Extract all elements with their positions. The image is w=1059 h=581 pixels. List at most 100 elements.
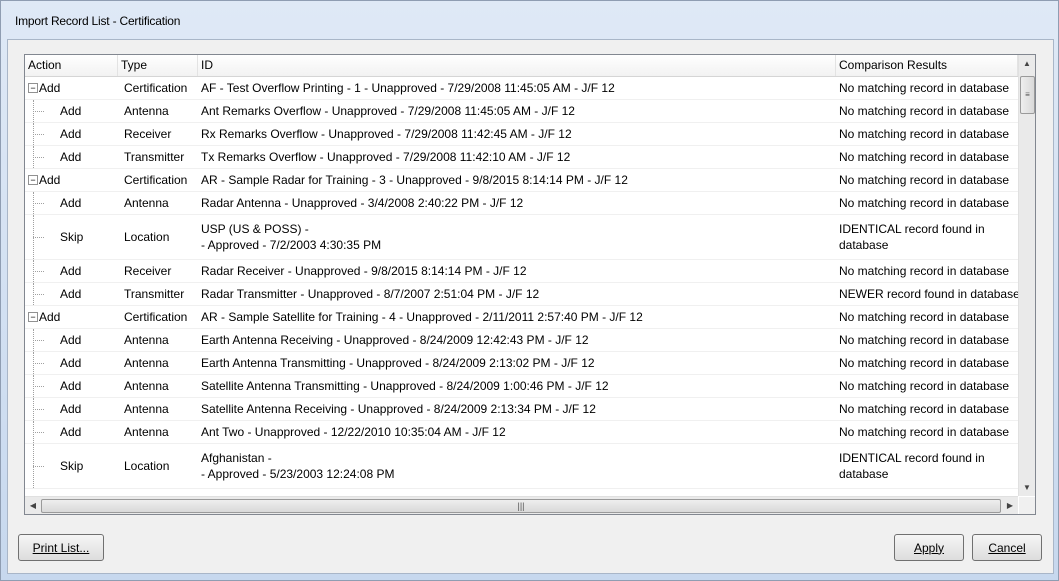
collapse-minus-icon[interactable]: − [28,312,38,322]
action-label: Add [60,425,82,439]
vertical-scrollbar[interactable]: ▲ ≡ ▼ [1018,55,1035,496]
type-cell: Antenna [124,196,169,210]
scroll-right-arrow-icon[interactable]: ▶ [1002,497,1018,514]
id-cell: AR - Sample Satellite for Training - 4 -… [201,310,643,324]
comparison-result-cell: IDENTICAL record found in database [836,215,1018,259]
type-cell: Certification [124,310,188,324]
type-cell: Antenna [124,402,169,416]
table-row[interactable]: − Add Certification AR - Sample Satellite f… [25,306,1018,329]
scrollbar-corner [1019,497,1035,514]
column-header-comparison-results[interactable]: Comparison Results [836,55,1018,76]
cancel-button[interactable]: Cancel [972,534,1042,561]
id-line-2: - Approved - 7/2/2003 4:30:35 PM [201,238,382,252]
type-cell: Antenna [124,333,169,347]
comparison-result-cell: No matching record in database [839,150,1010,164]
tree-branch-line [33,134,44,135]
action-cell: Add [25,375,118,397]
record-list-view[interactable]: Action Type ID Comparison Results − Add Ce… [24,54,1036,515]
type-cell: Certification [124,81,188,95]
table-row[interactable]: Add Antenna Satellite Antenna Transmitting… [25,375,1018,398]
type-cell: Certification [124,173,188,187]
table-row[interactable]: Add Antenna Earth Antenna Receiving - Unap… [25,329,1018,352]
table-row[interactable]: Skip Location USP (US & POSS) - - Approved … [25,215,1018,260]
id-cell: Satellite Antenna Transmitting - Unappro… [201,379,609,393]
id-cell: Radar Receiver - Unapproved - 9/8/2015 8… [201,264,527,278]
scroll-down-arrow-icon[interactable]: ▼ [1019,479,1035,496]
column-header-id[interactable]: ID [198,55,836,76]
action-cell: Skip [25,215,118,259]
comparison-result-cell: No matching record in database [839,104,1010,118]
result-line-2: database [839,467,889,481]
horizontal-scroll-thumb[interactable]: ||| [41,499,1001,513]
id-cell: Afghanistan - - Approved - 5/23/2003 12:2… [198,444,836,488]
column-header-type[interactable]: Type [118,55,198,76]
tree-branch-line [33,363,44,364]
action-label: Add [60,333,82,347]
id-cell: AR - Sample Radar for Training - 3 - Una… [201,173,628,187]
tree-branch-line [33,294,44,295]
action-cell: Add [25,421,118,443]
action-label: Add [60,356,82,370]
table-row[interactable]: Skip Location Afghanistan - - Approved - 5/… [25,444,1018,489]
tree-branch-line [33,111,44,112]
apply-button[interactable]: Apply [894,534,964,561]
action-label: Add [60,127,82,141]
type-cell: Antenna [124,356,169,370]
id-cell: Earth Antenna Receiving - Unapproved - 8… [201,333,589,347]
type-cell: Antenna [124,425,169,439]
collapse-minus-icon[interactable]: − [28,83,38,93]
id-cell: Earth Antenna Transmitting - Unapproved … [201,356,595,370]
id-cell: Radar Transmitter - Unapproved - 8/7/200… [201,287,540,301]
table-row[interactable]: Add Transmitter Radar Transmitter - Unappr… [25,283,1018,306]
collapse-minus-icon[interactable]: − [28,175,38,185]
type-cell: Transmitter [124,150,185,164]
type-cell: Location [124,230,170,244]
horizontal-scrollbar[interactable]: ◀ ||| ▶ [25,496,1018,514]
table-row[interactable]: Add Antenna Ant Remarks Overflow - Unappro… [25,100,1018,123]
action-label: Add [60,104,82,118]
id-cell: AF - Test Overflow Printing - 1 - Unappr… [201,81,615,95]
action-label: Add [39,310,61,324]
table-row[interactable]: Add Antenna Earth Antenna Transmitting - U… [25,352,1018,375]
action-cell: Add [25,398,118,420]
table-row[interactable]: Add Receiver Radar Receiver - Unapproved -… [25,260,1018,283]
action-label: Add [39,81,61,95]
scroll-up-arrow-icon[interactable]: ▲ [1019,55,1035,72]
comparison-result-cell: No matching record in database [839,402,1010,416]
print-list-button[interactable]: Print List... [18,534,104,561]
scroll-left-arrow-icon[interactable]: ◀ [25,497,41,514]
tree-branch-line [33,409,44,410]
comparison-result-cell: No matching record in database [839,333,1010,347]
comparison-result-cell: NEWER record found in database [839,287,1018,301]
action-cell: Add [25,283,118,305]
type-cell: Antenna [124,104,169,118]
id-cell: Ant Two - Unapproved - 12/22/2010 10:35:… [201,425,506,439]
action-label: Skip [60,459,84,473]
tree-branch-line [33,466,44,467]
table-row[interactable]: Add Receiver Rx Remarks Overflow - Unappro… [25,123,1018,146]
import-record-list-window: Import Record List - Certification Actio… [0,0,1059,581]
action-label: Add [60,402,82,416]
vertical-scroll-thumb[interactable]: ≡ [1020,76,1035,114]
type-cell: Antenna [124,379,169,393]
table-row[interactable]: Add Antenna Ant Two - Unapproved - 12/22/2… [25,421,1018,444]
comparison-result-cell: No matching record in database [839,264,1010,278]
type-cell: Receiver [124,127,172,141]
id-line-1: USP (US & POSS) - [201,222,309,236]
column-header-action[interactable]: Action [25,55,118,76]
action-label: Add [60,196,82,210]
action-cell: Add [25,192,118,214]
action-cell: Add [25,100,118,122]
id-line-2: - Approved - 5/23/2003 12:24:08 PM [201,467,395,481]
table-row[interactable]: Add Antenna Radar Antenna - Unapproved - 3… [25,192,1018,215]
action-cell: Add [25,260,118,282]
table-row[interactable]: − Add Certification AF - Test Overflow Prin… [25,77,1018,100]
tree-branch-line [33,340,44,341]
table-row[interactable]: − Add Certification AR - Sample Radar for T… [25,169,1018,192]
table-row[interactable]: Add Antenna Satellite Antenna Receiving - … [25,398,1018,421]
list-rows: − Add Certification AF - Test Overflow Prin… [25,77,1018,489]
table-row[interactable]: Add Transmitter Tx Remarks Overflow - Unap… [25,146,1018,169]
comparison-result-cell: IDENTICAL record found in database [836,444,1018,488]
action-cell: − Add [25,77,118,99]
action-label: Add [60,264,82,278]
